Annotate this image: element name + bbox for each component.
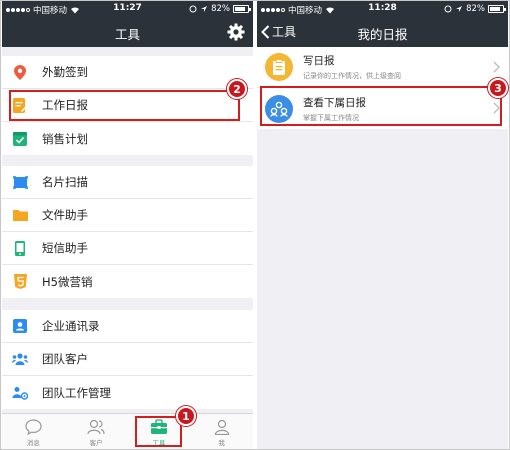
daily-report-icon [12,97,28,113]
tab-customers[interactable]: 客户 [65,414,128,449]
battery-percent: 82% [211,4,230,14]
battery-percent: 82% [466,4,485,14]
customers-icon [87,419,105,435]
menu-item-team-customers[interactable]: 团队客户 [2,343,253,376]
nav-bar: 工具 我的日报 [257,17,508,47]
alarm-icon [444,5,452,13]
step-badge-1: 1 [176,406,196,426]
battery-icon [488,5,506,13]
menu-item-label: 短信助手 [42,241,88,255]
chevron-right-icon [493,61,500,73]
page-title: 工具 [114,27,140,42]
tools-screen: 中国移动 11:27 82% 工具 外勤签到 工作日报 销售计划 名片扫描 文件… [2,1,253,449]
person-icon [214,419,229,435]
tab-messages[interactable]: 消息 [2,414,65,449]
menu-item-card-scan[interactable]: 名片扫描 [2,166,253,199]
item-title: 查看下属日报 [303,96,366,109]
menu-item-file-assistant[interactable]: 文件助手 [2,199,253,232]
phone-sms-icon [12,240,28,256]
menu-item-label: 外勤签到 [42,65,88,79]
menu-item-label: 文件助手 [42,208,88,222]
location-arrow-icon [201,6,208,12]
chevron-right-icon [493,102,500,114]
tab-bar: 消息 客户 工具 我 [2,413,253,449]
menu-group-assistants: 名片扫描 文件助手 短信助手 H5微营销 [2,166,253,298]
battery-icon [233,5,251,13]
team-work-icon [12,385,28,401]
gear-icon[interactable] [226,22,246,42]
nav-bar: 工具 [2,17,253,47]
team-report-icon [265,94,293,123]
message-icon [25,419,42,435]
folder-icon [12,207,28,223]
menu-item-label: 团队工作管理 [42,385,111,400]
write-report-item[interactable]: 写日报 记录你的工作情况，供上级查阅 [257,47,508,88]
page-title: 我的日报 [357,27,408,42]
menu-item-label: 工作日报 [42,98,88,112]
tab-label: 消息 [26,439,40,447]
menu-item-sales-plan[interactable]: 销售计划 [2,122,253,155]
menu-item-daily-report[interactable]: 工作日报 [2,89,253,122]
menu-group-work: 外勤签到 工作日报 销售计划 [2,56,253,155]
sales-plan-icon [12,131,28,147]
alarm-icon [189,5,197,13]
tab-label: 工具 [152,439,166,447]
menu-item-checkin[interactable]: 外勤签到 [2,56,253,89]
my-daily-report-screen: 中国移动 11:28 82% 工具 我的日报 写日报 记录你的工作情况，供上级查… [257,1,508,449]
team-customers-icon [12,351,28,367]
step-badge-3: 3 [488,78,508,98]
item-subtitle: 掌握下属工作情况 [303,113,359,122]
tab-label: 我 [218,439,225,447]
menu-group-team: 企业通讯录 团队客户 团队工作管理 [2,310,253,409]
view-subordinate-reports-item[interactable]: 查看下属日报 掌握下属工作情况 [257,88,508,129]
menu-item-h5-marketing[interactable]: H5微营销 [2,265,253,298]
menu-item-label: H5微营销 [42,274,93,289]
step-badge-2: 2 [227,79,247,99]
menu-item-label: 名片扫描 [42,175,88,189]
location-pin-icon [12,64,28,80]
toolbox-icon [150,419,167,434]
menu-item-label: 企业通讯录 [42,319,100,333]
menu-item-label: 团队客户 [42,352,88,366]
report-list: 写日报 记录你的工作情况，供上级查阅 查看下属日报 掌握下属工作情况 [257,47,508,129]
menu-item-label: 销售计划 [42,131,88,146]
html5-icon [12,274,28,290]
item-title: 写日报 [303,55,335,67]
item-subtitle: 记录你的工作情况，供上级查阅 [303,72,401,80]
status-bar: 中国移动 11:28 82% [257,1,508,17]
tab-me[interactable]: 我 [190,414,253,449]
write-report-icon [265,53,293,81]
tab-label: 客户 [89,439,103,447]
menu-item-team-work[interactable]: 团队工作管理 [2,376,253,409]
card-scan-icon [12,174,28,190]
location-arrow-icon [456,6,463,12]
menu-item-directory[interactable]: 企业通讯录 [2,310,253,343]
menu-item-sms-assistant[interactable]: 短信助手 [2,232,253,265]
status-bar: 中国移动 11:27 82% [2,1,253,17]
contacts-icon [12,318,28,334]
